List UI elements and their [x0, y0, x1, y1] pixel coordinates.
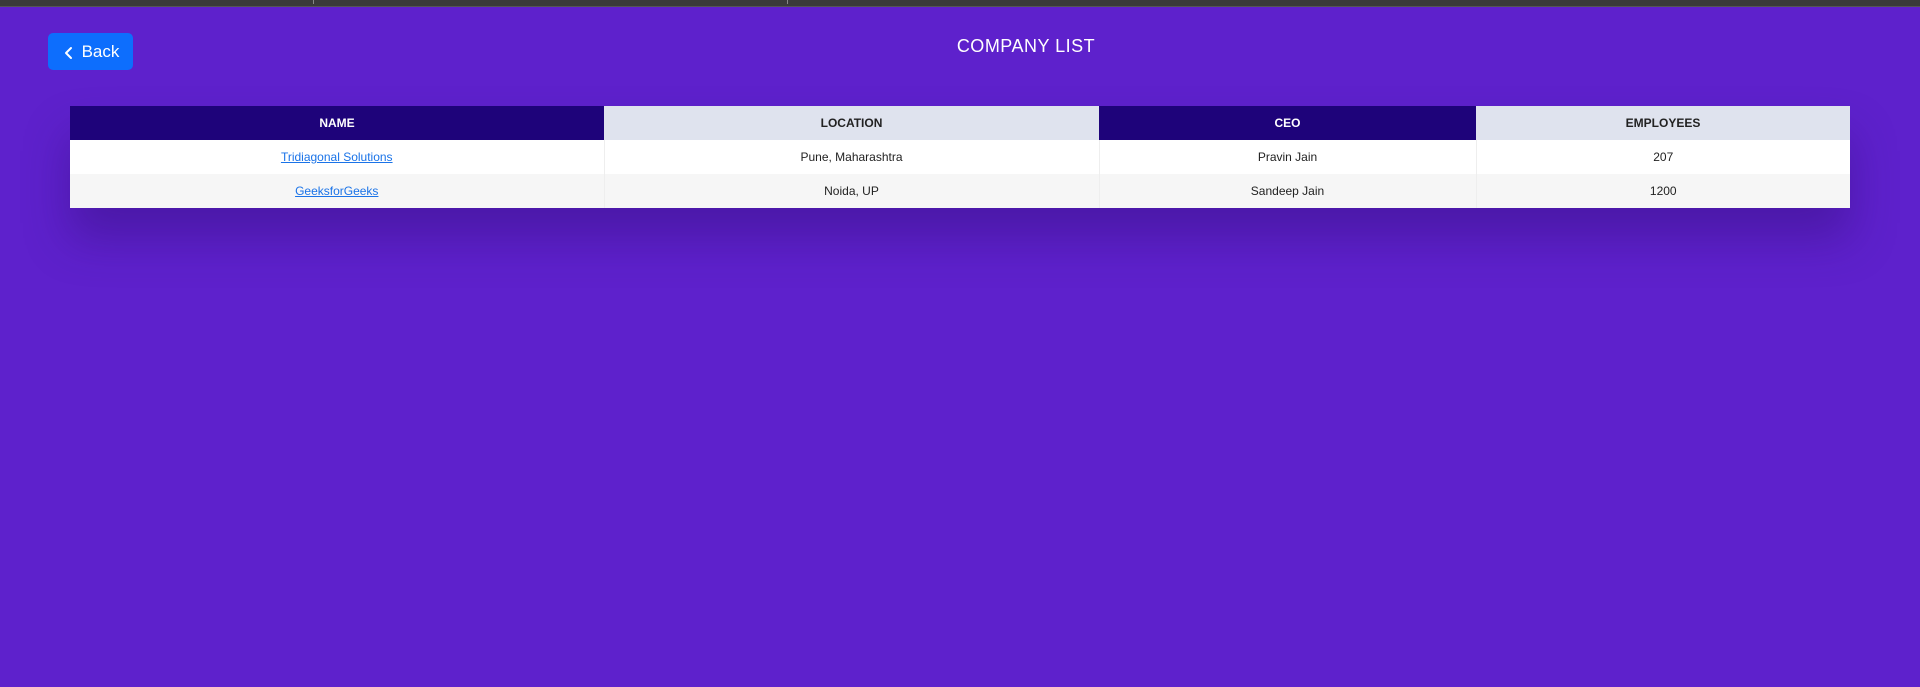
table-row: Tridiagonal Solutions Pune, Maharashtra … — [70, 140, 1850, 174]
column-header-employees[interactable]: EMPLOYEES — [1476, 106, 1850, 140]
column-header-location[interactable]: LOCATION — [604, 106, 1099, 140]
company-table-container: NAME LOCATION CEO EMPLOYEES Tridiagonal … — [70, 106, 1850, 208]
ceo-cell: Sandeep Jain — [1099, 174, 1477, 208]
employees-cell: 207 — [1476, 140, 1850, 174]
company-name-cell: Tridiagonal Solutions — [70, 140, 605, 174]
table-row: GeeksforGeeks Noida, UP Sandeep Jain 120… — [70, 174, 1850, 208]
browser-top-bar — [0, 0, 1920, 7]
location-cell: Noida, UP — [604, 174, 1100, 208]
company-table: NAME LOCATION CEO EMPLOYEES Tridiagonal … — [70, 106, 1850, 208]
top-bar-divider — [313, 0, 314, 4]
page-title: COMPANY LIST — [956, 36, 1096, 56]
top-bar-divider — [787, 0, 788, 4]
table-header-row: NAME LOCATION CEO EMPLOYEES — [70, 106, 1850, 140]
ceo-cell: Pravin Jain — [1099, 140, 1477, 174]
location-cell: Pune, Maharashtra — [604, 140, 1100, 174]
column-header-name[interactable]: NAME — [70, 106, 604, 140]
employees-cell: 1200 — [1476, 174, 1850, 208]
company-name-link[interactable]: GeeksforGeeks — [295, 184, 378, 198]
column-header-ceo[interactable]: CEO — [1099, 106, 1476, 140]
company-name-link[interactable]: Tridiagonal Solutions — [281, 150, 393, 164]
company-name-cell: GeeksforGeeks — [70, 174, 605, 208]
